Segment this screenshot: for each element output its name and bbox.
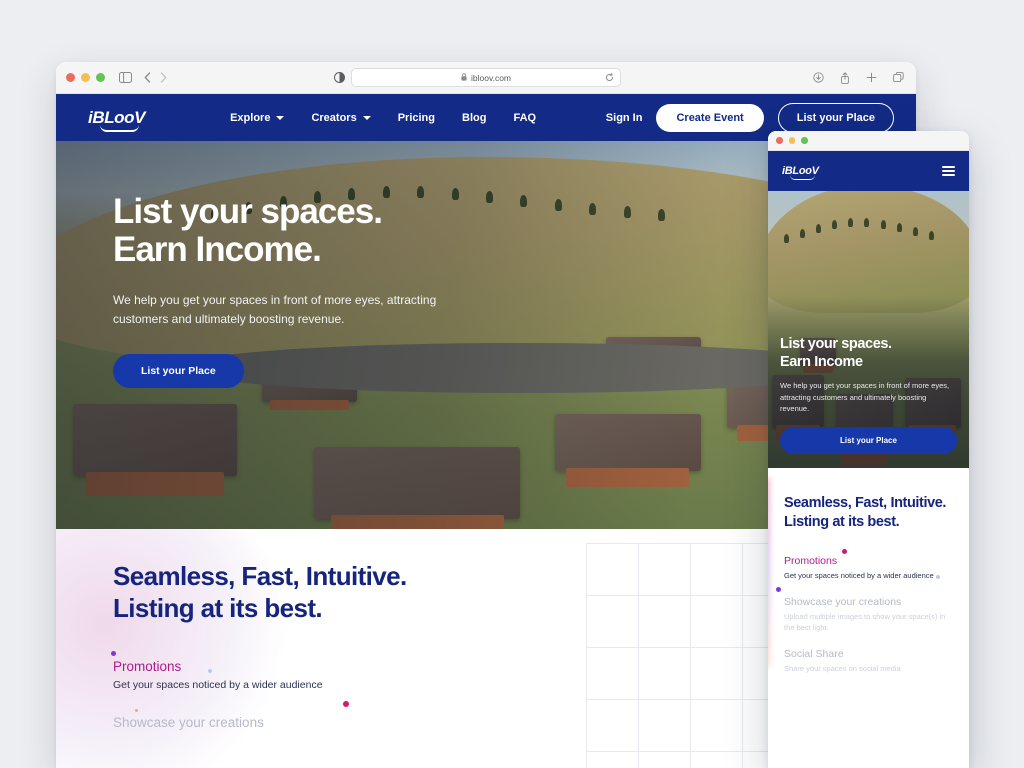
nav-item-creators[interactable]: Creators xyxy=(311,111,371,124)
feature-item-showcase[interactable]: Showcase your creations xyxy=(113,715,407,730)
hero-subtitle: We help you get your spaces in front of … xyxy=(113,293,437,326)
smile-icon xyxy=(790,175,815,180)
accent-dot-magenta xyxy=(343,701,349,708)
nav-actions: Sign In Create Event List your Place xyxy=(606,102,894,133)
mobile-features-title: Seamless, Fast, Intuitive. Listing at it… xyxy=(784,494,953,531)
mobile-feature-desc: Get your spaces noticed by a wider audie… xyxy=(784,571,934,581)
browser-chrome: ibloov.com xyxy=(56,62,916,94)
mobile-feature-name: Showcase your creations xyxy=(784,595,902,608)
download-icon[interactable] xyxy=(813,72,824,83)
mobile-features-section: Seamless, Fast, Intuitive. Listing at it… xyxy=(768,468,969,768)
tab-overview-icon[interactable] xyxy=(893,72,904,83)
hero-content: List your spaces. Earn Income. We help y… xyxy=(113,192,485,389)
features-title: Seamless, Fast, Intuitive. Listing at it… xyxy=(113,561,407,624)
brand-logo-text: iBLooV xyxy=(88,107,146,127)
hero-title-line1: List your spaces. xyxy=(113,192,383,231)
decorative-gradient-strip xyxy=(768,478,770,668)
feature-item-promotions[interactable]: Promotions Get your spaces noticed by a … xyxy=(111,651,407,713)
forward-arrow-icon[interactable] xyxy=(160,72,167,83)
accent-dot-magenta xyxy=(842,549,847,555)
nav-item-blog[interactable]: Blog xyxy=(462,112,486,124)
mobile-feature-desc: Upload multiple images to show your spac… xyxy=(784,611,946,632)
hero-list-your-place-button[interactable]: List your Place xyxy=(113,354,244,389)
nav-item-creators-label: Creators xyxy=(311,111,357,124)
mobile-hero-title: List your spaces. Earn Income xyxy=(780,336,957,371)
close-window-button[interactable] xyxy=(776,137,783,144)
accent-dot-purple xyxy=(776,587,781,593)
new-tab-icon[interactable] xyxy=(866,72,877,83)
mobile-feature-desc: Share your spaces on social media xyxy=(784,663,901,673)
smile-icon xyxy=(100,125,140,132)
nav-item-explore-label: Explore xyxy=(230,111,271,124)
window-traffic-lights xyxy=(66,73,105,82)
sign-in-link[interactable]: Sign In xyxy=(606,112,643,124)
nav-item-pricing[interactable]: Pricing xyxy=(398,112,435,124)
primary-nav-links: Explore Creators Pricing Blog FAQ xyxy=(230,112,536,124)
accent-dot-purple xyxy=(111,651,116,657)
back-arrow-icon[interactable] xyxy=(144,72,151,83)
minimize-window-button[interactable] xyxy=(81,73,90,82)
reload-icon[interactable] xyxy=(605,73,614,82)
mobile-traffic-lights xyxy=(776,137,808,144)
lock-icon xyxy=(461,72,467,83)
feature-name: Promotions xyxy=(113,659,182,675)
nav-item-explore[interactable]: Explore xyxy=(230,111,285,124)
mobile-hero-section: List your spaces. Earn Income We help yo… xyxy=(768,191,969,468)
features-title-line1: Seamless, Fast, Intuitive. xyxy=(113,561,407,591)
mobile-features-title-line2: Listing at its best. xyxy=(784,513,900,530)
ibloov-logo[interactable]: iBLooV xyxy=(88,107,146,132)
address-bar[interactable]: ibloov.com xyxy=(351,68,621,87)
maximize-window-button[interactable] xyxy=(801,137,808,144)
mobile-ibloov-logo[interactable]: iBLooV xyxy=(782,165,819,180)
address-bar-url: ibloov.com xyxy=(471,72,511,83)
mobile-preview-window: iBLooV List your spaces. Earn Income We … xyxy=(768,131,969,768)
feature-name: Showcase your creations xyxy=(113,715,264,731)
mobile-hero-content: List your spaces. Earn Income We help yo… xyxy=(780,336,957,454)
mobile-navigation-bar: iBLooV xyxy=(768,151,969,191)
nav-item-faq[interactable]: FAQ xyxy=(513,112,536,124)
maximize-window-button[interactable] xyxy=(96,73,105,82)
reader-mode-icon[interactable] xyxy=(334,72,345,83)
mobile-window-chrome xyxy=(768,131,969,151)
features-title-line2: Listing at its best. xyxy=(113,592,323,623)
mobile-features-title-line1: Seamless, Fast, Intuitive. xyxy=(784,495,947,511)
create-event-button[interactable]: Create Event xyxy=(656,103,764,132)
mobile-feature-name: Promotions xyxy=(784,555,838,568)
close-window-button[interactable] xyxy=(66,73,75,82)
list-your-place-nav-button[interactable]: List your Place xyxy=(777,102,894,133)
mobile-feature-item-social-share[interactable]: Social Share Share your spaces on social… xyxy=(784,648,953,675)
sidebar-toggle-icon[interactable] xyxy=(119,72,132,83)
chevron-down-icon xyxy=(362,115,371,120)
hamburger-menu-icon[interactable] xyxy=(942,165,955,177)
minimize-window-button[interactable] xyxy=(788,137,795,144)
features-text-block: Seamless, Fast, Intuitive. Listing at it… xyxy=(111,561,407,730)
mobile-hero-title-line1: List your spaces. xyxy=(780,336,892,353)
mobile-hero-subtitle: We help you get your spaces in front of … xyxy=(780,381,950,413)
mobile-hero-title-line2: Earn Income xyxy=(780,353,863,370)
hero-title-line2: Earn Income. xyxy=(113,230,322,270)
accent-dot-peach xyxy=(135,709,138,713)
mobile-feature-name: Social Share xyxy=(784,647,844,660)
mobile-feature-item-promotions[interactable]: Promotions Get your spaces noticed by a … xyxy=(776,549,953,593)
mobile-list-your-place-button[interactable]: List your Place xyxy=(780,427,957,454)
mobile-feature-item-showcase[interactable]: Showcase your creations Upload multiple … xyxy=(784,596,953,634)
share-icon[interactable] xyxy=(840,71,850,84)
hero-title: List your spaces. Earn Income. xyxy=(113,192,485,270)
feature-desc: Get your spaces noticed by a wider audie… xyxy=(113,679,323,692)
chevron-down-icon xyxy=(276,115,285,120)
